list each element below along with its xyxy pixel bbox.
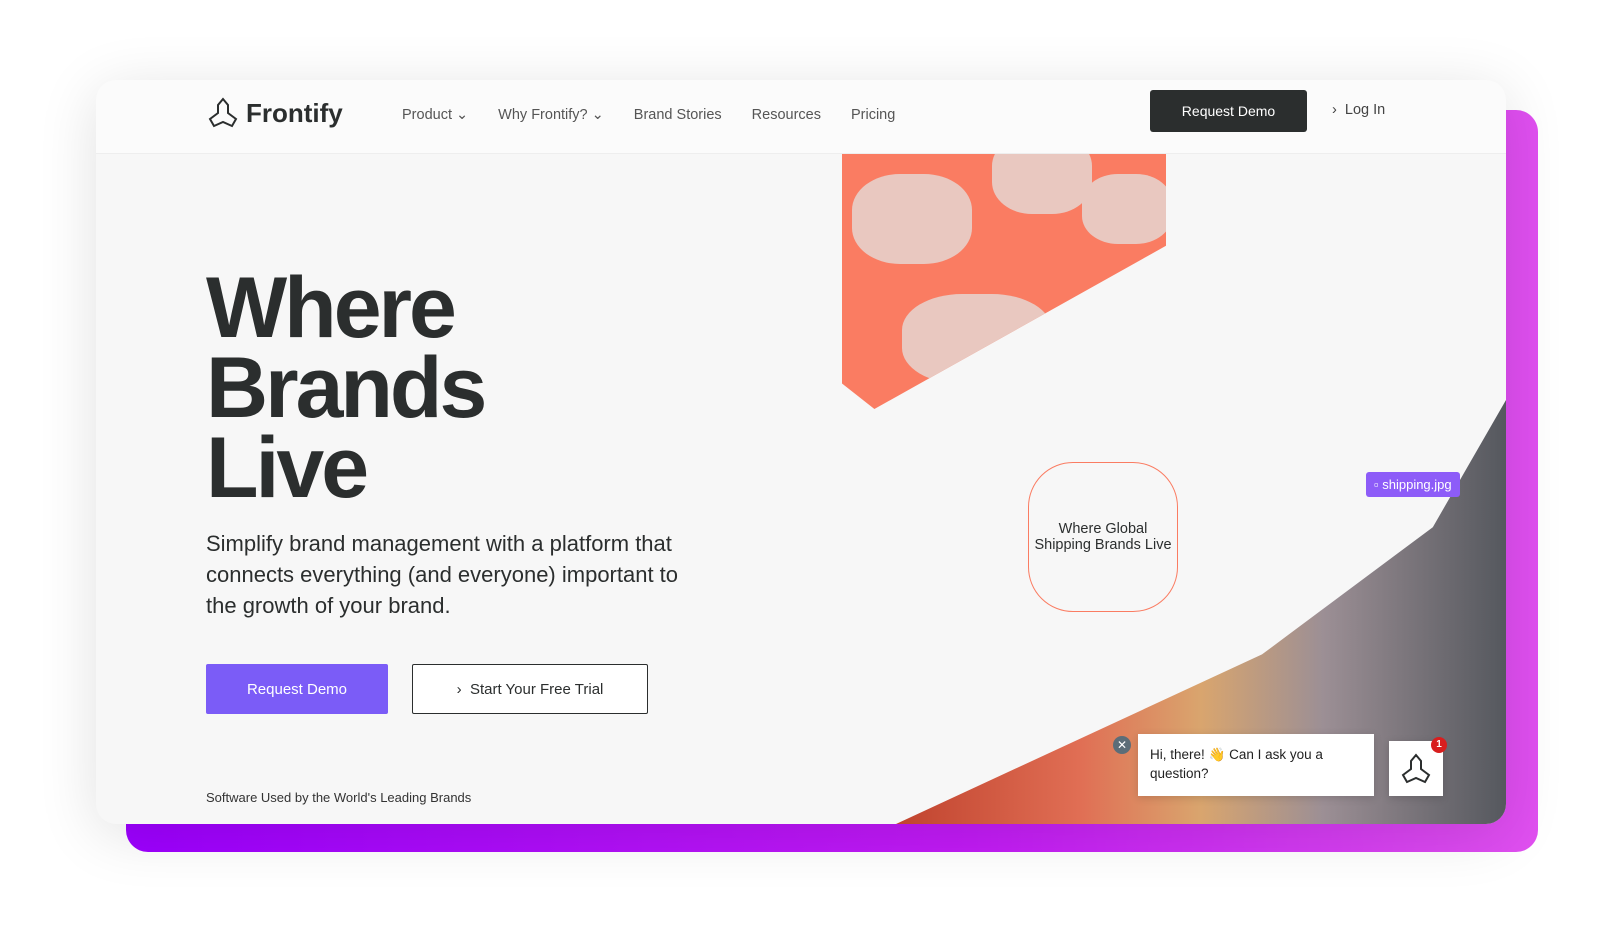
hero-title: Where Brands Live (206, 265, 487, 511)
image-icon: ▫ (1374, 477, 1379, 492)
orange-pattern-image (842, 154, 1166, 409)
logo[interactable]: Frontify (206, 96, 343, 130)
hero-subtitle: Simplify brand management with a platfor… (206, 531, 679, 618)
title-line: Live (206, 420, 369, 516)
free-trial-label: Start Your Free Trial (469, 680, 604, 698)
chat-bubble[interactable]: Hi, there! 👋 Can I ask you a question? (1138, 734, 1374, 796)
chevron-down-icon: ⌄ (591, 107, 604, 123)
nav-brand-stories[interactable]: Brand Stories (634, 107, 722, 123)
browser-page: Frontify Product ⌄ Why Frontify? ⌄ Brand… (96, 80, 1506, 824)
nav-product[interactable]: Product ⌄ (402, 107, 468, 123)
notification-badge: 1 (1431, 737, 1447, 753)
hexagon-label: Where Global Shipping Brands Live (1028, 462, 1178, 612)
nav-pricing[interactable]: Pricing (851, 107, 895, 123)
file-tag: ▫ shipping.jpg (1366, 472, 1460, 497)
nav-resources[interactable]: Resources (752, 107, 821, 123)
frontify-logo-icon (208, 97, 238, 128)
nav-label: Why Frontify? (498, 107, 588, 123)
leading-brands-text: Software Used by the World's Leading Bra… (206, 790, 472, 805)
top-nav: Frontify Product ⌄ Why Frontify? ⌄ Brand… (96, 80, 1506, 154)
request-demo-button[interactable]: Request Demo (206, 664, 388, 714)
login-link[interactable]: › Log In (1332, 102, 1385, 118)
chevron-right-icon: › (1332, 102, 1337, 118)
chevron-right-icon: › (456, 680, 462, 698)
request-demo-nav-button[interactable]: Request Demo (1150, 90, 1307, 132)
login-label: Log In (1344, 102, 1386, 118)
frontify-logo-icon (1401, 752, 1431, 783)
brand-name: Frontify (246, 97, 343, 128)
chevron-down-icon: ⌄ (456, 107, 469, 123)
free-trial-button[interactable]: › Start Your Free Trial (412, 664, 648, 714)
file-name: shipping.jpg (1382, 477, 1452, 492)
chat-close-button[interactable]: ✕ (1113, 736, 1131, 754)
nav-why-frontify[interactable]: Why Frontify? ⌄ (498, 107, 604, 123)
nav-label: Product (402, 107, 452, 123)
